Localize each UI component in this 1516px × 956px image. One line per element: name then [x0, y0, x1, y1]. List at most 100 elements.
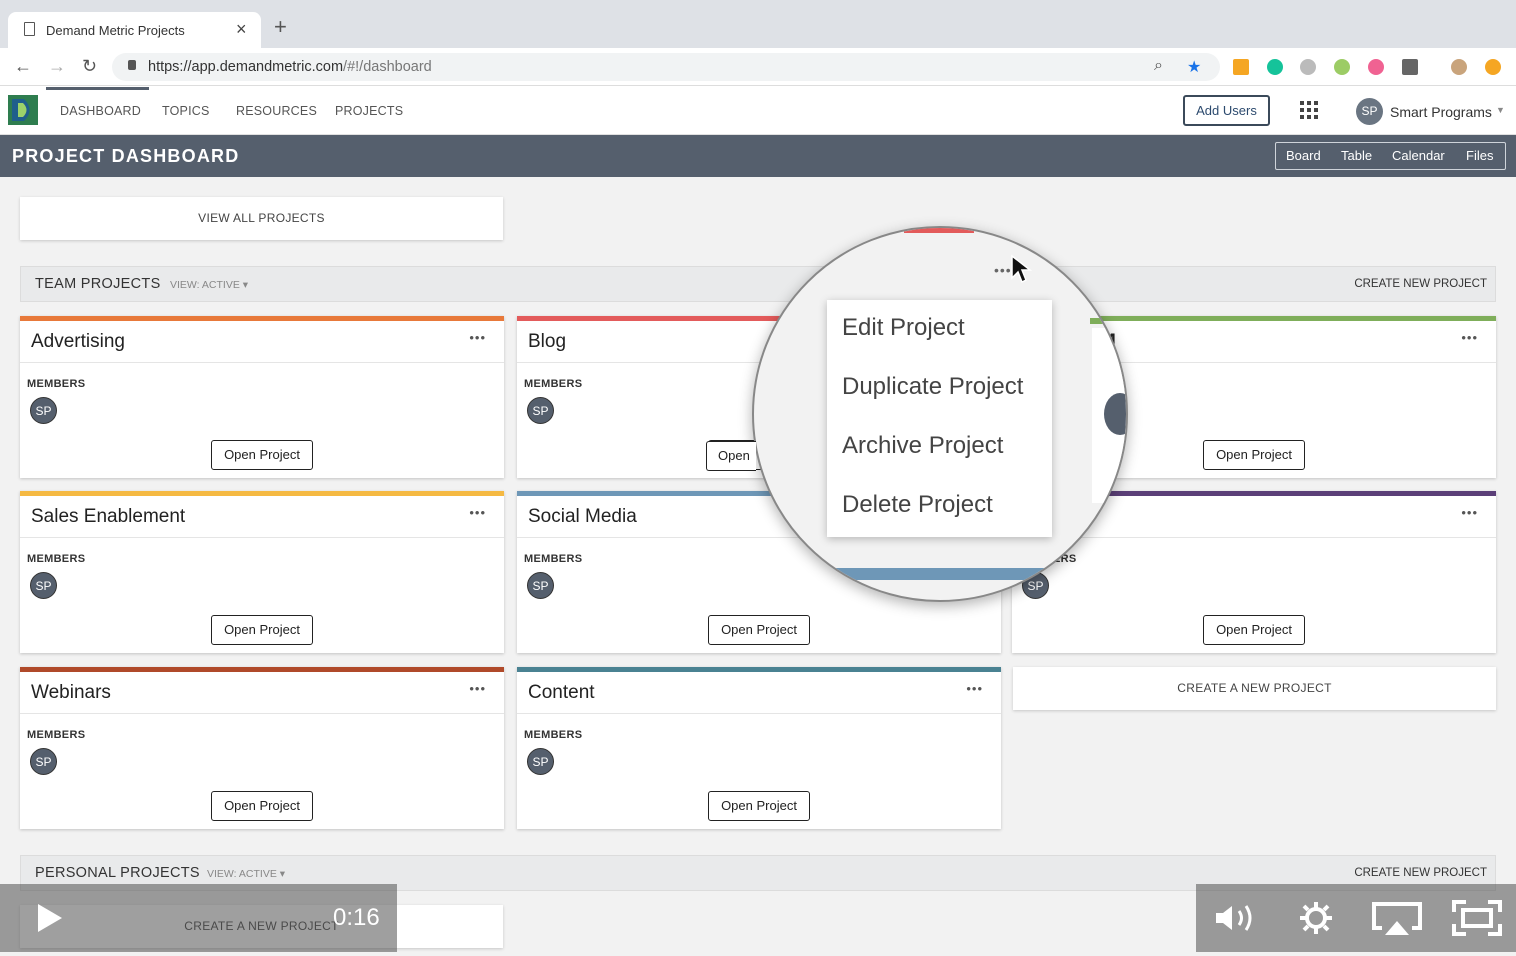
create-a-new-project-button[interactable]: CREATE A NEW PROJECT	[1013, 667, 1496, 710]
fullscreen-icon[interactable]	[1452, 900, 1502, 936]
add-users-button[interactable]: Add Users	[1183, 95, 1270, 126]
grammarly-extension-icon[interactable]	[1267, 59, 1283, 75]
magnified-card-color-bar	[1090, 318, 1126, 324]
card-title: Social Media	[528, 506, 637, 527]
zoom-icon[interactable]: ⌕	[1154, 57, 1163, 75]
open-project-button-partial[interactable]: Open	[706, 441, 756, 471]
archive-project-menu-item[interactable]: Archive Project	[842, 432, 1003, 460]
create-new-personal-project-link[interactable]: CREATE NEW PROJECT	[1354, 867, 1487, 879]
view-calendar-button[interactable]: Calendar	[1392, 148, 1445, 163]
member-avatar[interactable]: SP	[30, 572, 57, 599]
team-view-filter[interactable]: VIEW: ACTIVE ▾	[170, 279, 248, 291]
user-name[interactable]: Smart Programs	[1390, 104, 1492, 120]
open-project-button[interactable]: Open Project	[211, 791, 313, 821]
card-title: Sales Enablement	[31, 506, 186, 527]
member-avatar[interactable]: SP	[527, 397, 554, 424]
update-icon[interactable]	[1485, 59, 1501, 75]
create-new-project-link[interactable]: CREATE NEW PROJECT	[1354, 278, 1487, 290]
view-files-button[interactable]: Files	[1466, 148, 1493, 163]
bookmark-star-icon[interactable]: ★	[1187, 57, 1201, 77]
user-avatar[interactable]: SP	[1356, 98, 1383, 125]
card-title: Content	[528, 682, 595, 703]
main-content: VIEW ALL PROJECTS TEAM PROJECTS VIEW: AC…	[0, 177, 1516, 956]
delete-project-menu-item[interactable]: Delete Project	[842, 491, 993, 519]
more-options-icon[interactable]: •••	[469, 330, 486, 345]
lock-icon	[128, 60, 136, 70]
edit-project-menu-item[interactable]: Edit Project	[842, 314, 965, 342]
chevron-down-icon[interactable]: ▼	[1496, 105, 1505, 115]
browser-tab[interactable]: Demand Metric Projects ×	[8, 12, 261, 48]
card-color-bar	[517, 667, 1001, 672]
volume-icon[interactable]	[1214, 902, 1260, 934]
card-color-bar	[20, 491, 504, 496]
browser-address-bar: ← → ↻ https://app.demandmetric.com/#!/da…	[0, 48, 1516, 86]
magnifier-overlay: ••• Edit Project Duplicate Project Archi…	[752, 226, 1128, 602]
url-text: https://app.demandmetric.com/#!/dashboar…	[148, 59, 432, 75]
more-options-icon[interactable]: •••	[469, 681, 486, 696]
open-project-button[interactable]: Open Project	[708, 615, 810, 645]
reload-icon[interactable]: ↻	[82, 56, 97, 77]
view-board-button[interactable]: Board	[1286, 148, 1321, 163]
open-project-button[interactable]: Open Project	[708, 791, 810, 821]
open-project-button[interactable]: Open Project	[211, 440, 313, 470]
nav-topics[interactable]: TOPICS	[162, 104, 210, 118]
airplay-icon[interactable]	[1372, 902, 1422, 936]
project-card-webinars: Webinars ••• MEMBERS SP Open Project	[20, 667, 504, 829]
close-icon[interactable]: ×	[236, 19, 247, 40]
member-avatar[interactable]: SP	[30, 748, 57, 775]
project-card-content: Content ••• MEMBERS SP Open Project	[517, 667, 1001, 829]
members-label: MEMBERS	[524, 553, 583, 565]
rss-extension-icon[interactable]	[1233, 59, 1249, 75]
card-divider	[20, 537, 504, 538]
document-icon	[24, 22, 35, 36]
more-options-icon[interactable]: •••	[469, 505, 486, 520]
duplicate-project-menu-item[interactable]: Duplicate Project	[842, 373, 1023, 401]
team-projects-title: TEAM PROJECTS	[35, 276, 161, 292]
card-title: Blog	[528, 331, 567, 352]
members-label: MEMBERS	[27, 553, 86, 565]
open-project-button[interactable]: Open Project	[1203, 440, 1305, 470]
nav-resources[interactable]: RESOURCES	[236, 104, 317, 118]
team-view-label: VIEW: ACTIVE	[170, 279, 240, 291]
url-input[interactable]: https://app.demandmetric.com/#!/dashboar…	[112, 53, 1220, 81]
card-color-bar	[20, 667, 504, 672]
apps-grid-icon[interactable]	[1300, 101, 1318, 119]
open-project-button[interactable]: Open Project	[211, 615, 313, 645]
nav-projects[interactable]: PROJECTS	[335, 104, 403, 118]
url-path: /#!/dashboard	[343, 59, 432, 75]
app-header: DASHBOARD TOPICS RESOURCES PROJECTS Add …	[0, 87, 1516, 135]
members-label: MEMBERS	[524, 378, 583, 390]
browser-tab-bar: Demand Metric Projects × +	[0, 0, 1516, 48]
open-project-button[interactable]: Open Project	[1203, 615, 1305, 645]
more-options-icon[interactable]: •••	[966, 681, 983, 696]
personal-view-filter[interactable]: VIEW: ACTIVE ▾	[207, 868, 285, 880]
forward-icon[interactable]: →	[48, 56, 66, 77]
personal-view-label: VIEW: ACTIVE	[207, 868, 277, 880]
extension-icon[interactable]	[1368, 59, 1384, 75]
extension-icon[interactable]	[1402, 59, 1418, 75]
tab-title: Demand Metric Projects	[46, 23, 185, 38]
settings-gear-icon[interactable]	[1298, 900, 1334, 936]
more-options-icon[interactable]: •••	[1461, 505, 1478, 520]
member-avatar[interactable]: SP	[30, 397, 57, 424]
new-tab-icon[interactable]: +	[274, 16, 287, 38]
nav-dashboard[interactable]: DASHBOARD	[60, 104, 141, 118]
member-avatar[interactable]: SP	[527, 572, 554, 599]
card-divider	[1012, 537, 1496, 538]
extension-icon[interactable]	[1300, 59, 1316, 75]
view-table-button[interactable]: Table	[1341, 148, 1372, 163]
card-title: Webinars	[31, 682, 111, 703]
more-options-icon[interactable]: •••	[1461, 330, 1478, 345]
dashboard-title-bar: PROJECT DASHBOARD Board Table Calendar F…	[0, 135, 1516, 177]
play-icon[interactable]	[38, 904, 62, 932]
card-divider	[20, 362, 504, 363]
member-avatar[interactable]: SP	[527, 748, 554, 775]
demand-metric-logo-icon[interactable]	[8, 95, 38, 125]
members-label: MEMBERS	[27, 378, 86, 390]
view-all-projects-button[interactable]: VIEW ALL PROJECTS	[20, 197, 503, 240]
card-color-bar	[20, 316, 504, 321]
extension-icon[interactable]	[1334, 59, 1350, 75]
magnified-avatar	[1104, 393, 1126, 435]
profile-icon[interactable]	[1451, 59, 1467, 75]
back-icon[interactable]: ←	[14, 56, 32, 77]
